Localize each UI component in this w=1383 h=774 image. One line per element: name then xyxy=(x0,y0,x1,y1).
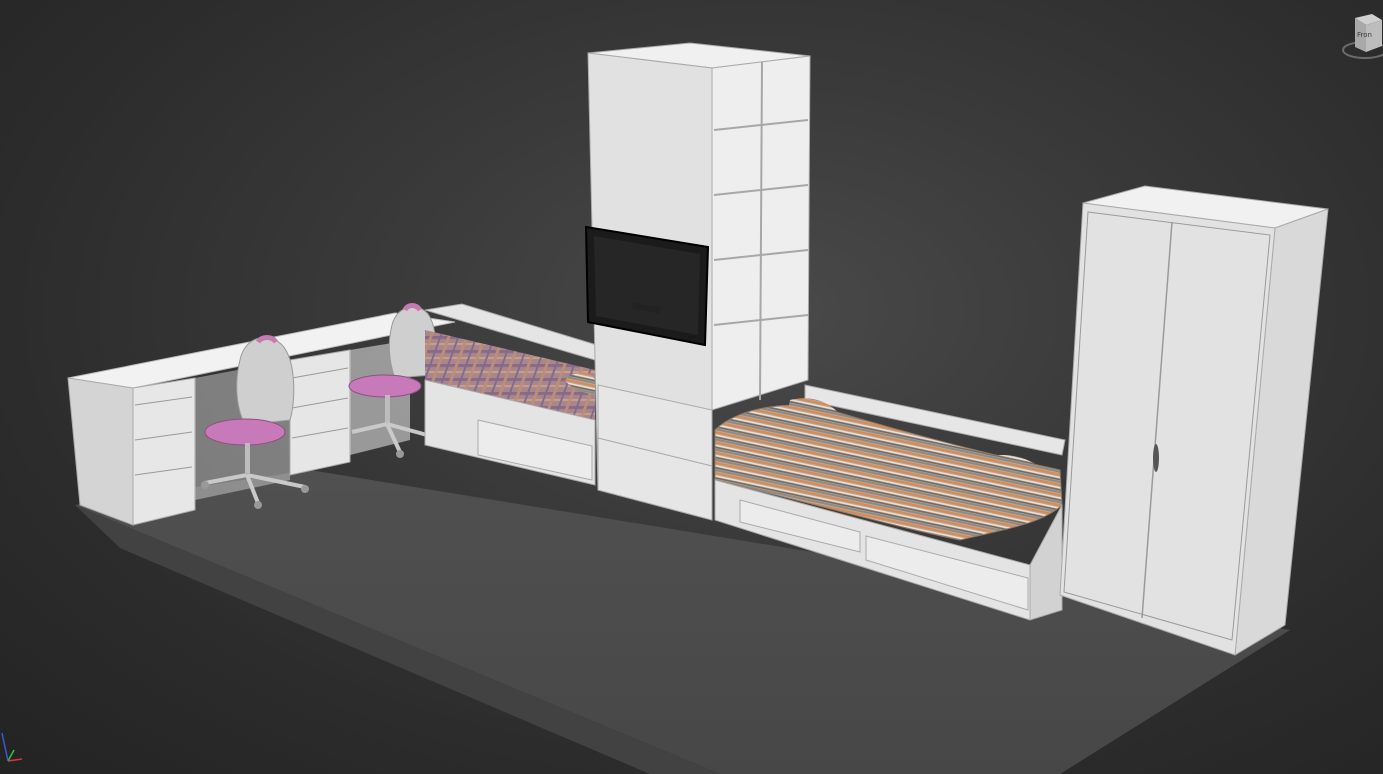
view-cube-face-label[interactable]: Fron xyxy=(1357,31,1372,39)
wardrobe[interactable] xyxy=(1059,185,1329,656)
3d-viewport[interactable]: Fron xyxy=(0,0,1383,774)
scene-render[interactable] xyxy=(0,0,1383,774)
bed-plaid[interactable] xyxy=(424,303,601,486)
axis-tripod-icon xyxy=(1,732,23,762)
